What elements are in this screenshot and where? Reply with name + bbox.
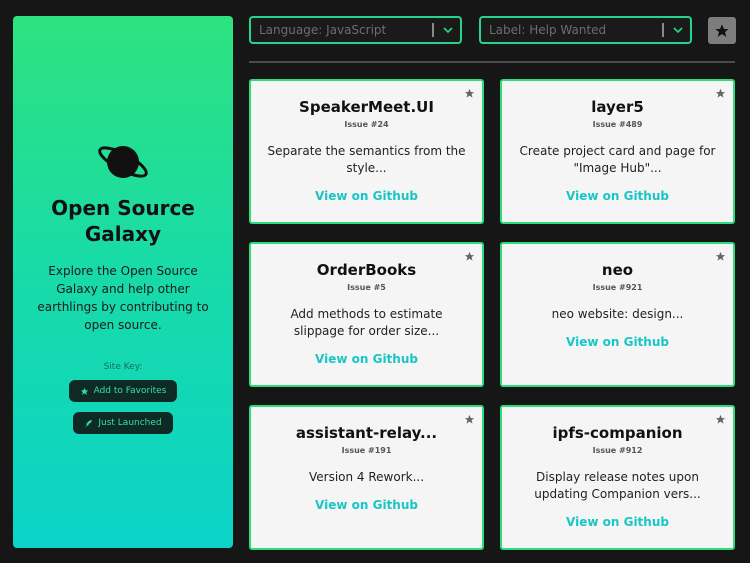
issue-title: Version 4 Rework...	[308, 470, 425, 484]
launched-key-button[interactable]: Just Launched	[73, 412, 173, 434]
star-icon	[715, 23, 729, 37]
issue-number: Issue #912	[592, 446, 643, 455]
favorites-filter-button[interactable]	[708, 17, 736, 44]
issue-card: neo Issue #921 neo website: design... Vi…	[500, 242, 735, 387]
star-icon[interactable]	[715, 414, 726, 425]
issue-card: assistant-relay... Issue #191 Version 4 …	[249, 405, 484, 550]
issue-title: Create project card and page for "Image …	[519, 144, 716, 175]
repo-name: ipfs-companion	[552, 424, 683, 442]
star-icon[interactable]	[464, 414, 475, 425]
star-icon[interactable]	[715, 251, 726, 262]
language-select-value: Language: JavaScript	[259, 23, 387, 37]
planet-icon	[98, 146, 148, 178]
site-key-label: Site Key:	[103, 362, 143, 372]
repo-name: OrderBooks	[316, 261, 417, 279]
repo-name: neo	[601, 261, 634, 279]
issue-card: SpeakerMeet.UI Issue #24 Separate the se…	[249, 79, 484, 224]
repo-name: SpeakerMeet.UI	[299, 98, 434, 116]
label-select-value: Label: Help Wanted	[489, 23, 607, 37]
issue-title: Separate the semantics from the style...	[267, 144, 466, 175]
issue-card: layer5 Issue #489 Create project card an…	[500, 79, 735, 224]
site-description: Explore the Open Source Galaxy and help …	[37, 264, 209, 332]
sidebar: Open Source Galaxy Explore the Open Sour…	[13, 16, 233, 548]
star-icon[interactable]	[715, 88, 726, 99]
site-title: Open Source Galaxy	[51, 196, 195, 246]
launched-key-label: Just Launched	[98, 418, 162, 428]
issue-number: Issue #489	[592, 120, 643, 129]
issue-card: ipfs-companion Issue #912 Display releas…	[500, 405, 735, 550]
github-link[interactable]: View on Github	[315, 498, 418, 512]
rocket-icon	[85, 419, 93, 427]
github-link[interactable]: View on Github	[566, 335, 669, 349]
issue-number: Issue #24	[344, 120, 389, 129]
github-link[interactable]: View on Github	[566, 189, 669, 203]
chevron-down-icon[interactable]	[673, 25, 683, 35]
star-icon[interactable]	[464, 251, 475, 262]
issue-title: Add methods to estimate slippage for ord…	[290, 307, 443, 338]
issue-title: neo website: design...	[551, 307, 684, 321]
select-separator	[432, 23, 434, 37]
repo-name: layer5	[591, 98, 644, 116]
star-icon[interactable]	[464, 88, 475, 99]
github-link[interactable]: View on Github	[315, 352, 418, 366]
chevron-down-icon[interactable]	[443, 25, 453, 35]
github-link[interactable]: View on Github	[315, 189, 418, 203]
select-separator	[662, 23, 664, 37]
issue-number: Issue #5	[347, 283, 386, 292]
label-select[interactable]: Label: Help Wanted	[479, 16, 692, 44]
github-link[interactable]: View on Github	[566, 515, 669, 529]
favorites-key-button[interactable]: Add to Favorites	[68, 380, 178, 402]
issue-number: Issue #191	[341, 446, 392, 455]
repo-name: assistant-relay...	[295, 424, 438, 442]
issue-number: Issue #921	[592, 283, 643, 292]
issue-title: Display release notes upon updating Comp…	[534, 470, 701, 501]
star-icon	[80, 387, 88, 395]
header-divider	[249, 61, 735, 63]
favorites-key-label: Add to Favorites	[93, 386, 167, 396]
language-select[interactable]: Language: JavaScript	[249, 16, 462, 44]
issue-card: OrderBooks Issue #5 Add methods to estim…	[249, 242, 484, 387]
